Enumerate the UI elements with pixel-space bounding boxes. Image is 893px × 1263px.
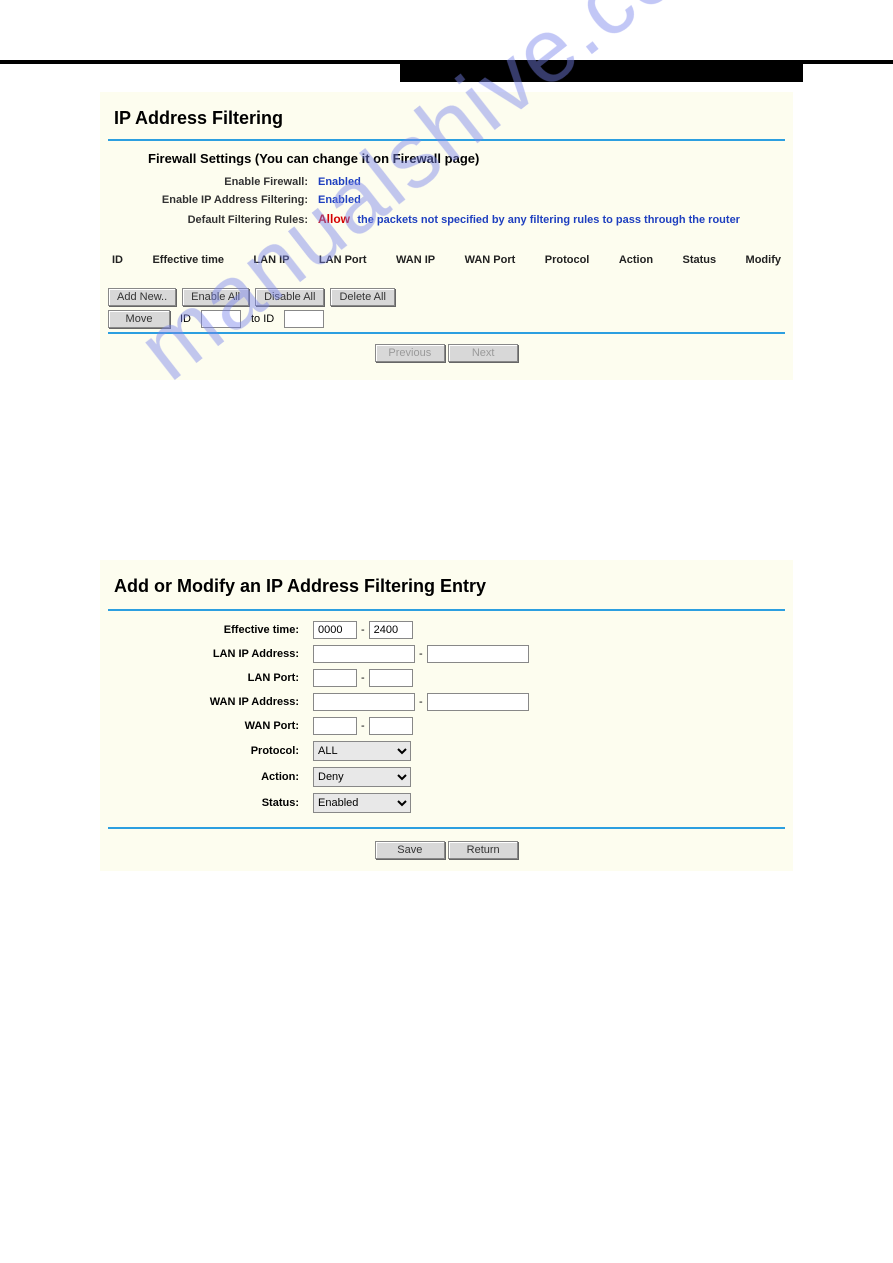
row-lan-port: LAN Port: - xyxy=(108,669,785,687)
col-action: Action xyxy=(619,254,653,266)
lan-port-from-input[interactable] xyxy=(313,669,357,687)
col-wan-ip: WAN IP xyxy=(396,254,435,266)
move-to-id-input[interactable] xyxy=(284,310,324,328)
top-border xyxy=(0,60,893,82)
page-title-2: Add or Modify an IP Address Filtering En… xyxy=(114,576,785,597)
col-wan-port: WAN Port xyxy=(465,254,516,266)
delete-all-button[interactable]: Delete All xyxy=(330,288,394,306)
previous-button[interactable]: Previous xyxy=(375,344,445,362)
top-black-block xyxy=(400,60,803,82)
default-rules-label: Default Filtering Rules: xyxy=(108,214,318,226)
wan-port-to-input[interactable] xyxy=(369,717,413,735)
move-id-input[interactable] xyxy=(201,310,241,328)
enable-ipfilter-value: Enabled xyxy=(318,194,361,206)
default-rules-text: the packets not specified by any filteri… xyxy=(357,214,740,226)
dash: - xyxy=(361,672,365,684)
wan-port-label: WAN Port: xyxy=(108,720,313,732)
move-button[interactable]: Move xyxy=(108,310,170,328)
wan-ip-from-input[interactable] xyxy=(313,693,415,711)
pagination-row: Previous Next xyxy=(108,344,785,362)
to-id-label: to ID xyxy=(251,313,274,325)
divider xyxy=(108,332,785,334)
row-action: Action: Deny xyxy=(108,767,785,787)
wan-ip-label: WAN IP Address: xyxy=(108,696,313,708)
status-label: Status: xyxy=(108,797,313,809)
dash: - xyxy=(419,648,423,660)
lan-ip-label: LAN IP Address: xyxy=(108,648,313,660)
protocol-select[interactable]: ALL xyxy=(313,741,411,761)
filter-table-header: ID Effective time LAN IP LAN Port WAN IP… xyxy=(108,254,785,266)
lan-port-to-input[interactable] xyxy=(369,669,413,687)
enable-firewall-label: Enable Firewall: xyxy=(108,176,318,188)
row-effective-time: Effective time: - xyxy=(108,621,785,639)
save-button[interactable]: Save xyxy=(375,841,445,859)
enable-firewall-value: Enabled xyxy=(318,176,361,188)
row-wan-ip: WAN IP Address: - xyxy=(108,693,785,711)
time-to-input[interactable] xyxy=(369,621,413,639)
add-new-button[interactable]: Add New.. xyxy=(108,288,176,306)
dash: - xyxy=(419,696,423,708)
divider xyxy=(108,609,785,611)
time-from-input[interactable] xyxy=(313,621,357,639)
row-protocol: Protocol: ALL xyxy=(108,741,785,761)
page-title: IP Address Filtering xyxy=(114,108,785,129)
dash: - xyxy=(361,720,365,732)
divider xyxy=(108,827,785,829)
col-protocol: Protocol xyxy=(545,254,590,266)
row-wan-port: WAN Port: - xyxy=(108,717,785,735)
save-return-row: Save Return xyxy=(108,841,785,859)
add-modify-panel: Add or Modify an IP Address Filtering En… xyxy=(100,560,793,871)
setting-enable-firewall: Enable Firewall: Enabled xyxy=(108,176,785,188)
col-lan-port: LAN Port xyxy=(319,254,367,266)
lan-port-label: LAN Port: xyxy=(108,672,313,684)
col-modify: Modify xyxy=(746,254,781,266)
next-button[interactable]: Next xyxy=(448,344,518,362)
col-status: Status xyxy=(682,254,716,266)
row-status: Status: Enabled xyxy=(108,793,785,813)
enable-ipfilter-label: Enable IP Address Filtering: xyxy=(108,194,318,206)
divider xyxy=(108,139,785,141)
lan-ip-to-input[interactable] xyxy=(427,645,529,663)
wan-port-from-input[interactable] xyxy=(313,717,357,735)
setting-default-rules: Default Filtering Rules: Allow the packe… xyxy=(108,212,785,226)
protocol-label: Protocol: xyxy=(108,745,313,757)
move-row: Move ID to ID xyxy=(108,310,785,328)
action-button-row: Add New.. Enable All Disable All Delete … xyxy=(108,288,785,306)
action-label: Action: xyxy=(108,771,313,783)
setting-enable-ip-filter: Enable IP Address Filtering: Enabled xyxy=(108,194,785,206)
id-label: ID xyxy=(180,313,191,325)
col-id: ID xyxy=(112,254,123,266)
dash: - xyxy=(361,624,365,636)
col-lan-ip: LAN IP xyxy=(253,254,289,266)
effective-time-label: Effective time: xyxy=(108,624,313,636)
return-button[interactable]: Return xyxy=(448,841,518,859)
col-effective-time: Effective time xyxy=(152,254,224,266)
default-rules-allow: Allow xyxy=(318,212,350,226)
firewall-settings-heading: Firewall Settings (You can change it on … xyxy=(148,151,785,166)
status-select[interactable]: Enabled xyxy=(313,793,411,813)
action-select[interactable]: Deny xyxy=(313,767,411,787)
wan-ip-to-input[interactable] xyxy=(427,693,529,711)
row-lan-ip: LAN IP Address: - xyxy=(108,645,785,663)
disable-all-button[interactable]: Disable All xyxy=(255,288,324,306)
enable-all-button[interactable]: Enable All xyxy=(182,288,249,306)
lan-ip-from-input[interactable] xyxy=(313,645,415,663)
ip-filtering-panel: IP Address Filtering Firewall Settings (… xyxy=(100,92,793,380)
